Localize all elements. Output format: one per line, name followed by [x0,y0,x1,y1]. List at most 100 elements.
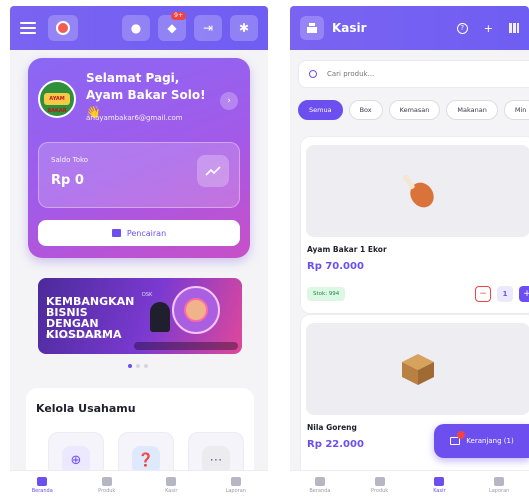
product-image [306,145,529,237]
page-title: Kasir [332,21,367,35]
home-header: ● ◆ 9+ ⇥ ✱ [10,6,268,50]
header-actions: ● ◆ 9+ ⇥ ✱ [122,12,258,41]
cart-icon [450,431,466,445]
chip-min[interactable]: Min [503,100,529,120]
product-name: Ayam Bakar 1 Ekor [307,245,387,254]
home-icon [314,477,325,486]
barcode-icon[interactable] [509,23,519,33]
withdraw-label: Pencairan [126,228,167,238]
product-name: Nila Goreng [307,423,357,432]
settings-button[interactable]: ✱ [230,15,258,41]
bottom-nav: Beranda Produk Kasir Laporan [10,470,268,500]
store-icon [101,477,112,486]
carousel-dot-1[interactable] [128,364,132,368]
report-icon [230,477,241,486]
profile-detail-button[interactable]: › [220,92,238,110]
store-logo[interactable] [48,15,78,41]
balance-value: Rp 0 [51,173,84,188]
menu-icon[interactable] [20,22,36,34]
cashier-screen: Kasir ? + Semua Box Kemasan Makanan Min [290,6,529,500]
product-image [306,323,529,415]
decrease-button[interactable]: − [475,286,491,302]
cart-button[interactable]: Keranjang (1) [434,424,529,458]
register-icon [307,23,317,33]
nav-label: Laporan [225,488,246,494]
bell-icon: ◆ [167,21,177,35]
quantity-stepper: − 1 + [475,286,529,302]
nav-label: Kasir [433,488,446,494]
profile-button[interactable]: ● [122,15,150,41]
nav-label: Laporan [488,488,510,494]
chip-semua[interactable]: Semua [298,100,343,120]
product-price: Rp 22.000 [307,439,364,450]
quantity-value: 1 [497,286,513,302]
balance-box: Saldo Toko Rp 0 [38,142,240,208]
nav-laporan[interactable]: Laporan [474,477,524,494]
store-icon [374,477,385,486]
promo-banner[interactable]: KEMBANGKAN BISNIS DENGAN KIOSDARMA Kiat … [38,278,242,354]
cart-label: Keranjang (1) [466,437,514,445]
product-card[interactable]: Nila Goreng Rp 22.000 [300,314,529,484]
nav-produk[interactable]: Produk [355,477,405,494]
product-search [298,60,529,88]
bottom-nav: Beranda Produk Kasir Laporan [290,470,529,500]
nav-laporan[interactable]: Laporan [211,477,261,494]
nav-beranda[interactable]: Beranda [17,477,67,494]
help-icon[interactable]: ? [456,22,468,34]
carousel-dot-3[interactable] [144,364,148,368]
cashier-icon [434,477,445,486]
avatar: AYAM BAKAR [38,80,76,118]
section-title: Kelola Usahamu [36,402,136,415]
report-icon [494,477,505,486]
wallet-icon [111,229,121,237]
banner-person-image [150,302,170,332]
nav-label: Produk [371,488,389,494]
chip-kemasan[interactable]: Kemasan [388,100,441,120]
search-icon [309,70,317,78]
trend-icon [205,166,221,176]
nav-beranda[interactable]: Beranda [295,477,345,494]
category-chips: Semua Box Kemasan Makanan Min [298,100,529,120]
increase-button[interactable]: + [519,286,529,302]
trend-button[interactable] [197,155,229,187]
app-root: ● ◆ 9+ ⇥ ✱ AYAM BAKAR Selamat Pagi, Ayam… [0,0,529,500]
banner-small-text: Kiat sukses untuk usaha kamu [46,334,108,339]
carousel-dot-2[interactable] [136,364,140,368]
banner-tag: DSK [142,292,153,298]
drumstick-icon [403,175,434,208]
search-input[interactable] [327,70,477,78]
profile-card: AYAM BAKAR Selamat Pagi, Ayam Bakar Solo… [28,58,250,258]
banner-contact-bar [134,342,238,350]
avatar-logo: AYAM BAKAR [44,93,70,114]
cashier-icon [300,16,324,40]
nav-label: Beranda [31,488,53,494]
chip-makanan[interactable]: Makanan [446,100,498,120]
header-actions: ? + [456,22,519,35]
withdraw-button[interactable]: Pencairan [38,220,240,246]
home-screen: ● ◆ 9+ ⇥ ✱ AYAM BAKAR Selamat Pagi, Ayam… [10,6,268,500]
nav-label: Kasir [165,488,178,494]
chip-box[interactable]: Box [348,100,383,120]
user-email: ariayambakar6@gmail.com [86,114,183,122]
logout-button[interactable]: ⇥ [194,15,222,41]
nav-kasir[interactable]: Kasir [414,477,464,494]
nav-kasir[interactable]: Kasir [146,477,196,494]
product-card[interactable]: Ayam Bakar 1 Ekor Rp 70.000 Stok: 994 − … [300,136,529,314]
carousel-dots [128,364,148,368]
notification-button[interactable]: ◆ 9+ [158,12,186,41]
nav-produk[interactable]: Produk [82,477,132,494]
stock-badge: Stok: 994 [307,287,346,301]
cashier-icon [166,477,177,486]
banner-face [184,298,208,322]
home-icon [37,477,48,486]
cashier-header: Kasir ? + [290,6,529,50]
box-icon [402,354,434,385]
gear-icon: ✱ [238,21,250,35]
banner-character-image [172,286,220,334]
cart-badge [457,431,466,439]
logo-icon [56,21,70,35]
chevron-right-icon: › [227,96,231,106]
nav-label: Produk [98,488,116,494]
user-icon: ● [130,21,142,35]
add-icon[interactable]: + [484,22,493,35]
